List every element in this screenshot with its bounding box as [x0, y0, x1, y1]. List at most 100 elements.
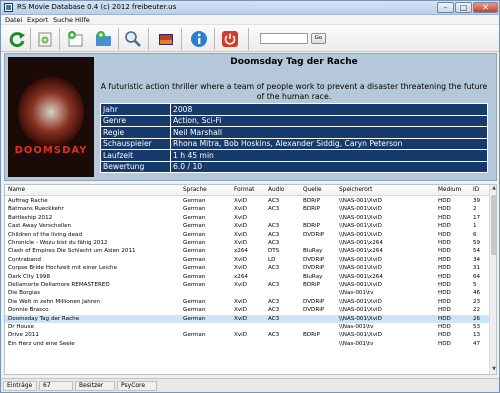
table-row[interactable]: Auftrag Rache German XviD AC3 BDRiP \\NAS-001…: [5, 197, 489, 205]
table-row[interactable]: Clash of Empires Die Schlacht um Asien 2…: [5, 247, 489, 255]
col-speicherort: \\NAS-001\XviD: [339, 315, 382, 322]
col-name: Chronicle - Wozu bist du fähig 2012: [8, 240, 108, 246]
table-row[interactable]: Ein Herz und eine Seele \\Nas-001\tv HDD 47: [5, 340, 489, 348]
info-key: Bewertung: [100, 160, 171, 173]
power-icon[interactable]: [220, 29, 240, 49]
table-row[interactable]: Donnie Brasco German XviD AC3 DVDRiP \\NAS-00…: [5, 306, 489, 314]
column-header-medium[interactable]: Medium: [438, 187, 461, 193]
col-medium: HDD: [438, 265, 451, 272]
menu-datei[interactable]: Datei: [5, 16, 22, 24]
close-button[interactable]: ✕: [473, 2, 498, 13]
col-speicherort: \\Nas-001\tv: [339, 340, 374, 347]
col-id: 5: [473, 282, 477, 288]
movie-info-table: Jahr 2008 Genre Action, Sci-Fi Regie Neil Mar…: [100, 103, 488, 173]
column-header-sprache[interactable]: Sprache: [183, 187, 207, 193]
info-key: Jahr: [100, 103, 171, 116]
column-header-id[interactable]: ID: [473, 187, 479, 193]
col-medium: HDD: [438, 324, 451, 330]
column-header-format[interactable]: Format: [234, 187, 254, 193]
col-speicherort: \\NAS-001\XviD: [339, 256, 382, 263]
col-speicherort: \\NAS-001\XviD: [339, 214, 382, 221]
menu-suche[interactable]: Suche: [53, 16, 73, 24]
col-format: x264: [234, 273, 248, 280]
col-medium: HDD: [438, 332, 451, 339]
col-id: 2: [473, 206, 477, 213]
vertical-scrollbar[interactable]: ▲ ▼: [489, 185, 496, 374]
col-sprache: German: [183, 315, 206, 322]
col-speicherort: \\NAS-001\x264: [339, 240, 383, 246]
table-row[interactable]: Drive 2011 German XviD AC3 BDRiP \\NAS-001\Xv…: [5, 331, 489, 339]
col-medium: HDD: [438, 315, 451, 322]
toolbar-separator: [248, 28, 249, 50]
search-icon[interactable]: [123, 29, 143, 49]
column-header-audio[interactable]: Audio: [268, 187, 284, 193]
movie-detail-panel: DOOMSDAY Doomsday Tag der Rache A futuri…: [4, 53, 497, 181]
col-name: Dr House: [8, 324, 34, 330]
table-row[interactable]: Die Borgias \\Nas-001\tv HDD 46: [5, 289, 489, 297]
column-header-quelle[interactable]: Quelle: [303, 187, 322, 193]
movie-description: A futuristic action thriller where a tea…: [100, 82, 488, 101]
column-header-speicherort[interactable]: Speicherort: [339, 187, 372, 193]
col-quelle: DVDRiP: [303, 231, 325, 238]
col-sprache: German: [183, 206, 206, 213]
column-header-name[interactable]: Name: [8, 187, 25, 193]
add-entry-icon[interactable]: [65, 29, 85, 49]
col-quelle: BDRiP: [303, 198, 320, 204]
col-medium: HDD: [438, 290, 451, 297]
table-row[interactable]: Die Welt in zehn Millionen Jahren German X…: [5, 298, 489, 306]
col-sprache: German: [183, 231, 206, 238]
add-movie-icon[interactable]: [35, 29, 55, 49]
search-input[interactable]: [260, 33, 308, 44]
menu-hilfe[interactable]: Hilfe: [75, 16, 90, 24]
col-medium: HDD: [438, 248, 451, 255]
table-row[interactable]: Batmans Rueckkehr German XviD AC3 BDRiP \\NAS…: [5, 205, 489, 213]
search-go-button[interactable]: Go: [311, 33, 326, 44]
scrollbar-thumb[interactable]: [491, 195, 496, 255]
col-speicherort: \\NAS-001\XviD: [339, 298, 382, 305]
col-quelle: DVDRiP: [303, 256, 325, 263]
table-row[interactable]: Chronicle - Wozu bist du fähig 2012 Germa…: [5, 239, 489, 247]
menu-export[interactable]: Export: [27, 16, 48, 24]
table-row[interactable]: Dr House \\Nas-001\tv HDD 53: [5, 323, 489, 331]
table-row[interactable]: Doomsday Tag der Rache German XviD AC3 \\NAS…: [5, 314, 489, 323]
table-row[interactable]: Dark City 1998 German x264 BluRay \\NAS-001\…: [5, 273, 489, 281]
scroll-up-arrow-icon[interactable]: ▲: [490, 185, 496, 193]
poster-title: DOOMSDAY: [14, 145, 88, 156]
col-audio: AC3: [268, 231, 280, 238]
col-name: Contraband: [8, 256, 41, 263]
info-value: 2008: [170, 103, 488, 116]
table-row[interactable]: Cast Away Verschollen German XviD AC3 BDRiP \…: [5, 222, 489, 230]
settings-image-icon[interactable]: [156, 29, 176, 49]
table-row[interactable]: Children of the living dead German XviD AC3…: [5, 231, 489, 239]
col-id: 1: [473, 223, 477, 230]
table-row[interactable]: Dellamorte Dellamore REMASTERED German Xvi…: [5, 281, 489, 289]
table-row[interactable]: Battleship 2012 German XviD \\NAS-001\XviD H…: [5, 214, 489, 222]
info-row: Jahr 2008: [100, 103, 488, 116]
col-id: 47: [473, 340, 481, 347]
info-key: Genre: [100, 114, 171, 127]
col-name: Donnie Brasco: [8, 307, 49, 314]
minimize-button[interactable]: –: [437, 2, 454, 13]
refresh-icon[interactable]: [7, 29, 27, 49]
list-header: Name Sprache Format Audio Quelle Speicherort M…: [5, 185, 489, 196]
col-name: Dellamorte Dellamore REMASTERED: [8, 282, 110, 288]
col-audio: AC3: [268, 298, 280, 305]
col-audio: AC3: [268, 332, 280, 339]
scroll-down-arrow-icon[interactable]: ▼: [490, 366, 496, 374]
col-format: XviD: [234, 231, 248, 238]
col-sprache: German: [183, 248, 206, 255]
info-key: Regie: [100, 126, 171, 139]
col-format: XviD: [234, 307, 248, 314]
col-sprache: German: [183, 282, 206, 288]
col-medium: HDD: [438, 206, 451, 213]
col-sprache: German: [183, 198, 206, 204]
maximize-button[interactable]: □: [455, 2, 472, 13]
add-folder-icon[interactable]: [93, 29, 113, 49]
col-quelle: BluRay: [303, 248, 323, 255]
col-id: 46: [473, 290, 481, 297]
info-icon[interactable]: [189, 29, 209, 49]
table-row[interactable]: Contraband German XviD LD DVDRiP \\NAS-001\Xv…: [5, 256, 489, 264]
col-quelle: DVDRiP: [303, 265, 325, 272]
toolbar: Go: [1, 25, 499, 52]
table-row[interactable]: Corpse Bride Hochzeit mit einer Leiche Ge…: [5, 264, 489, 272]
